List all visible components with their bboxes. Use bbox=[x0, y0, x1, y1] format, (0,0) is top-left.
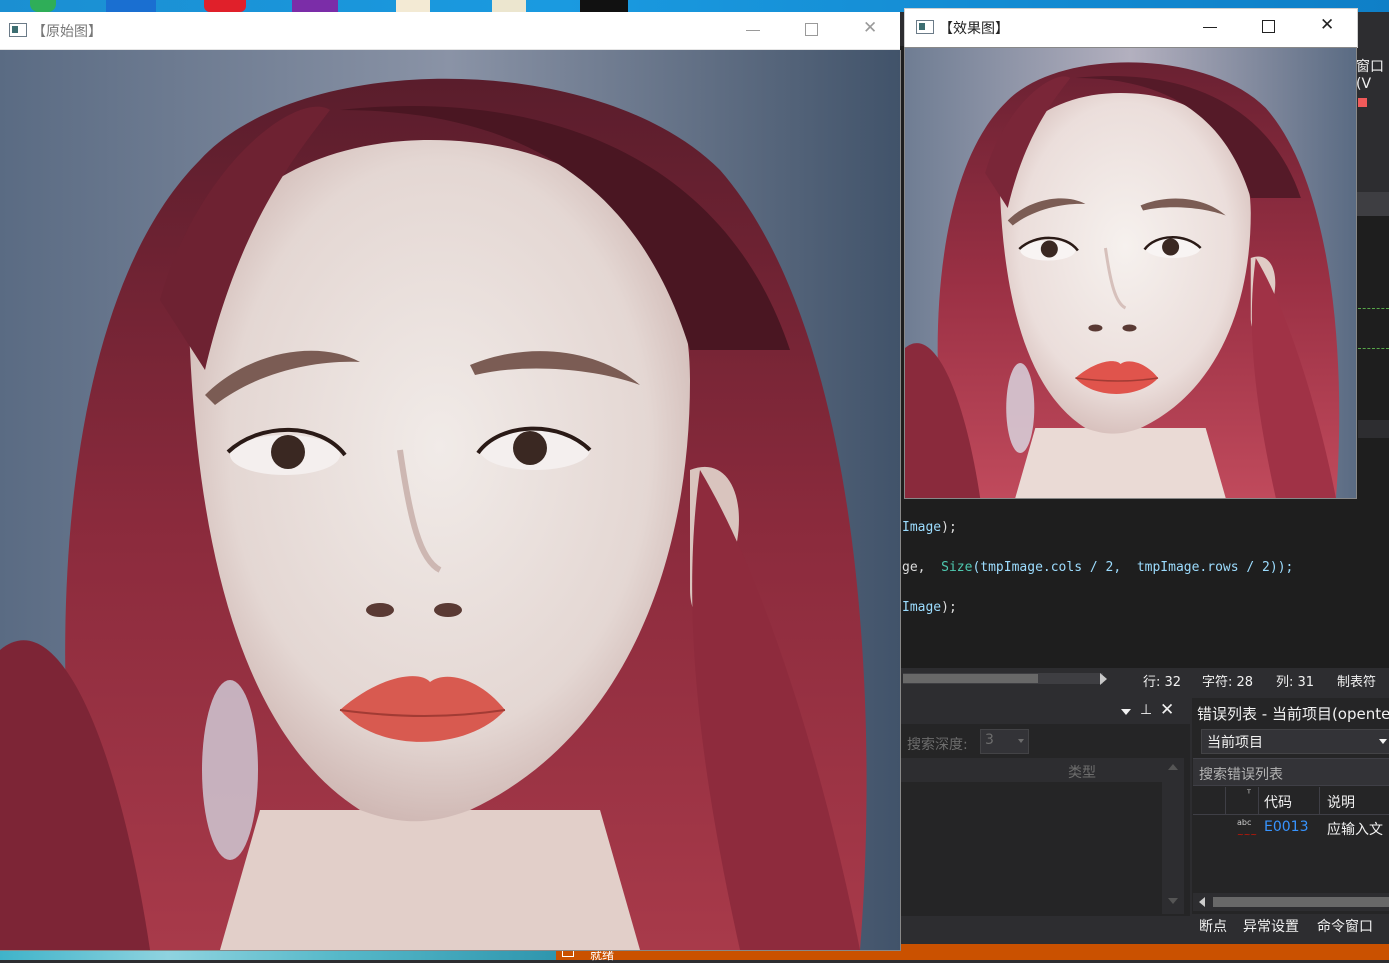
app-shortcut-icon[interactable] bbox=[492, 0, 526, 12]
close-icon[interactable]: ✕ bbox=[1160, 700, 1174, 720]
diff-marker bbox=[1358, 308, 1389, 309]
app-shortcut-icon[interactable] bbox=[106, 0, 156, 12]
column-desc-header[interactable]: 说明 bbox=[1327, 792, 1355, 812]
squiggle-icon: ~~~ bbox=[1237, 830, 1258, 839]
scroll-down-icon[interactable] bbox=[1168, 898, 1178, 904]
maximize-icon[interactable] bbox=[1262, 20, 1275, 33]
close-icon[interactable]: ✕ bbox=[1320, 17, 1334, 34]
scrollbar-thumb[interactable] bbox=[1213, 897, 1389, 907]
sort-icon[interactable]: ᵀ bbox=[1247, 789, 1251, 800]
find-symbol-panel bbox=[900, 698, 1190, 916]
opencv-window-icon bbox=[9, 23, 27, 37]
original-image bbox=[0, 50, 901, 951]
original-window-title: 【原始图】 bbox=[32, 24, 102, 40]
column-divider bbox=[1319, 787, 1320, 814]
code-line: ge, Size(tmpImage.cols / 2, tmpImage.row… bbox=[902, 560, 1294, 575]
dropdown-arrow-icon[interactable] bbox=[1121, 709, 1131, 715]
result-window-titlebar[interactable]: 【效果图】 ✕ bbox=[904, 8, 1358, 48]
tab-breakpoints[interactable]: 断点 bbox=[1199, 916, 1227, 936]
chevron-down-icon bbox=[1379, 739, 1387, 744]
minimize-icon[interactable] bbox=[1203, 20, 1217, 34]
search-depth-value: 3 bbox=[985, 732, 994, 748]
spell-error-icon: abc bbox=[1237, 818, 1252, 827]
column-type-header[interactable]: 类型 bbox=[1068, 762, 1096, 782]
code-line: Image); bbox=[902, 520, 957, 535]
error-hscrollbar[interactable] bbox=[1193, 893, 1389, 911]
status-mode[interactable]: 制表符 bbox=[1337, 671, 1376, 690]
scroll-left-icon[interactable] bbox=[1199, 897, 1205, 907]
status-line: 行: 32 bbox=[1143, 675, 1182, 690]
column-divider bbox=[1258, 787, 1259, 814]
error-code-link[interactable]: E0013 bbox=[1264, 819, 1308, 835]
error-scope-value: 当前项目 bbox=[1207, 735, 1263, 751]
status-char: 字符: 28 bbox=[1202, 675, 1254, 690]
opencv-window-icon bbox=[916, 20, 934, 34]
column-divider bbox=[1225, 787, 1226, 814]
error-table-header: ᵀ 代码 说明 bbox=[1193, 787, 1389, 815]
stop-icon[interactable] bbox=[1358, 98, 1367, 107]
window-menu-fragment[interactable]: 窗口(V bbox=[1356, 56, 1389, 92]
table-row[interactable]: abc ~~~ E0013 应输入文 bbox=[1193, 815, 1389, 841]
results-header bbox=[900, 758, 1162, 782]
result-window-title: 【效果图】 bbox=[939, 21, 1009, 37]
app-shortcut-icon[interactable] bbox=[204, 0, 246, 12]
tab-exception-settings[interactable]: 异常设置 bbox=[1243, 916, 1299, 936]
error-list-title[interactable]: 错误列表 - 当前项目(opente bbox=[1197, 703, 1389, 724]
app-shortcut-icon[interactable] bbox=[580, 0, 628, 12]
vertical-scrollbar[interactable] bbox=[1162, 758, 1184, 914]
editor-navbar bbox=[1356, 192, 1389, 216]
error-description: 应输入文 bbox=[1327, 822, 1383, 838]
search-depth-select[interactable]: 3 bbox=[980, 729, 1029, 754]
search-depth-label: 搜索深度: bbox=[907, 737, 968, 753]
scroll-right-icon[interactable] bbox=[1100, 673, 1107, 685]
column-code-header[interactable]: 代码 bbox=[1264, 792, 1292, 812]
close-icon[interactable]: ✕ bbox=[863, 20, 877, 37]
portrait-graphic bbox=[0, 50, 900, 950]
error-search-placeholder: 搜索错误列表 bbox=[1199, 767, 1283, 783]
code-line: Image); bbox=[902, 600, 957, 615]
chevron-down-icon bbox=[1018, 739, 1024, 743]
diff-marker bbox=[1358, 348, 1389, 349]
original-window-titlebar[interactable]: 【原始图】 ✕ bbox=[0, 12, 900, 50]
tab-command-window[interactable]: 命令窗口 bbox=[1317, 916, 1373, 936]
pin-icon[interactable]: ⊥ bbox=[1140, 702, 1152, 718]
scroll-up-icon[interactable] bbox=[1168, 764, 1178, 770]
app-shortcut-icon[interactable] bbox=[30, 0, 56, 12]
result-image bbox=[904, 47, 1357, 499]
app-shortcut-icon[interactable] bbox=[396, 0, 430, 12]
error-search-input[interactable]: 搜索错误列表 bbox=[1193, 758, 1389, 786]
onenote-icon[interactable] bbox=[292, 0, 338, 12]
status-col: 列: 31 bbox=[1276, 675, 1315, 690]
scrollbar-thumb[interactable] bbox=[903, 674, 1038, 683]
maximize-icon[interactable] bbox=[805, 23, 818, 36]
portrait-graphic-small bbox=[905, 48, 1356, 498]
editor-scroll-area bbox=[1358, 420, 1389, 438]
error-scope-select[interactable]: 当前项目 bbox=[1201, 729, 1389, 754]
minimize-icon[interactable] bbox=[746, 23, 760, 37]
